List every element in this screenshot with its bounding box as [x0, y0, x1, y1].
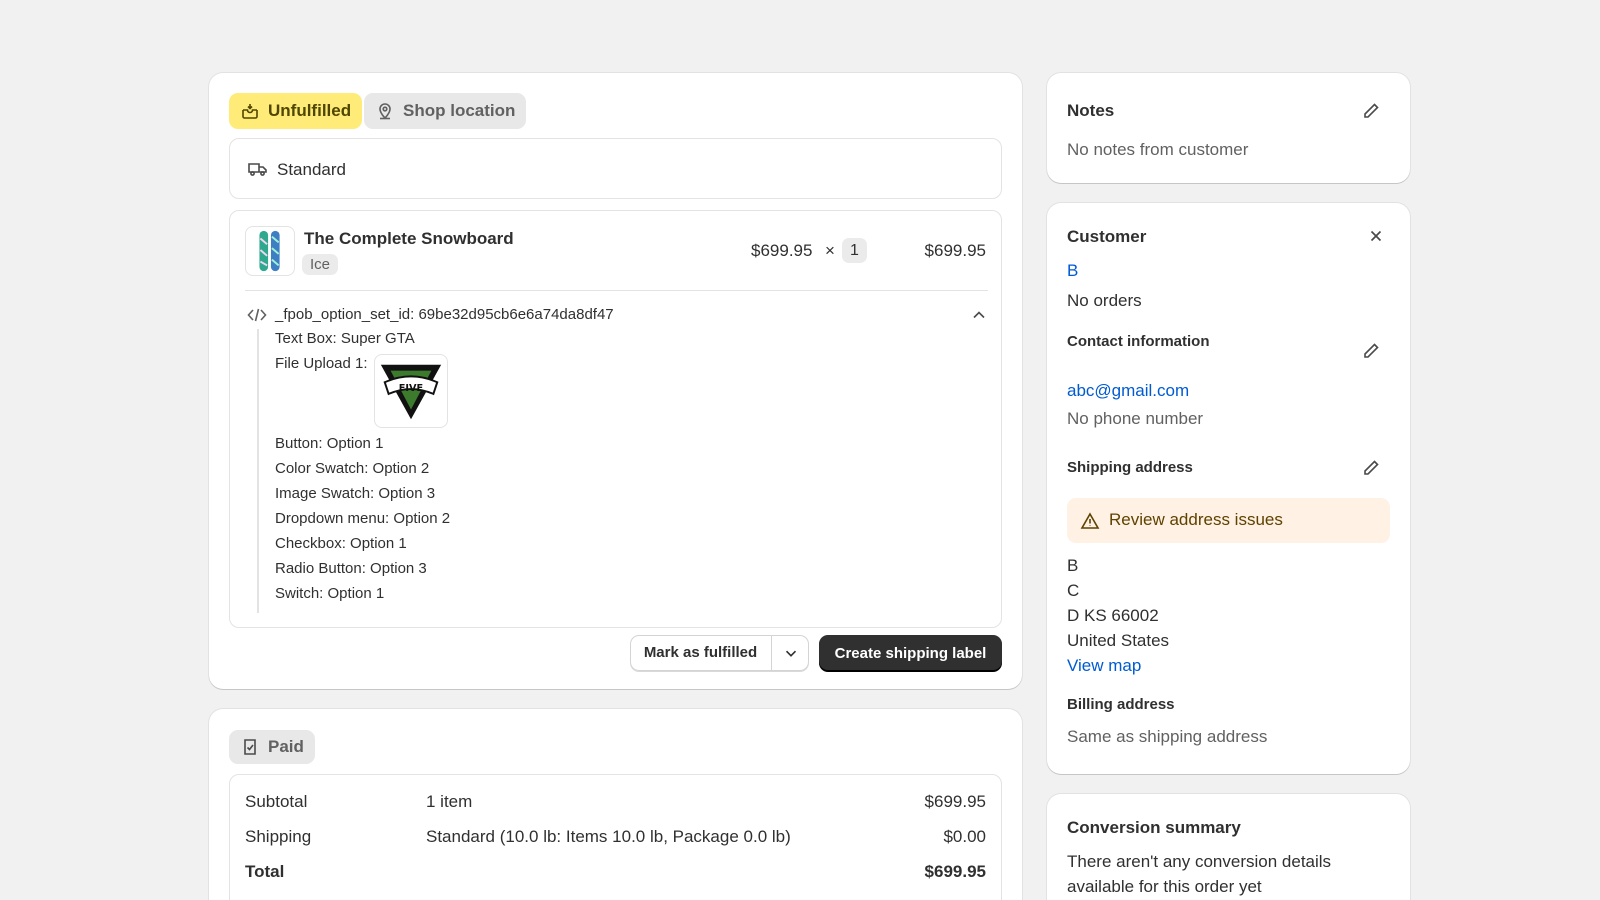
create-shipping-label-button[interactable]: Create shipping label [819, 635, 1002, 671]
warning-icon [1080, 512, 1100, 529]
edit-notes-button[interactable] [1359, 99, 1383, 123]
receipt-check-icon [244, 739, 256, 755]
email-link[interactable]: abc@gmail.com [1067, 381, 1189, 401]
divider [245, 290, 988, 291]
phone-text: No phone number [1067, 409, 1204, 428]
customer-card: Customer B No orders Contact information… [1047, 203, 1410, 774]
property-dropdown: Dropdown menu: Option 2 [275, 510, 451, 527]
shipping-detail: Standard (10.0 lb: Items 10.0 lb, Packag… [426, 827, 791, 846]
product-name[interactable]: The Complete Snowboard [304, 229, 514, 249]
customer-name-link[interactable]: B [1067, 261, 1078, 281]
address-warning-banner[interactable]: Review address issues [1067, 498, 1390, 543]
property-color-swatch: Color Swatch: Option 2 [275, 460, 430, 477]
code-icon [247, 308, 267, 322]
option-set-id: _fpob_option_set_id: 69be32d95cb6e6a74da… [275, 306, 614, 323]
edit-shipping-address-button[interactable] [1359, 456, 1383, 480]
shipping-amount: $0.00 [943, 827, 986, 846]
remove-customer-button[interactable] [1364, 224, 1388, 248]
contact-info-title: Contact information [1067, 333, 1210, 350]
subtotal-amount: $699.95 [924, 792, 986, 811]
location-pin-icon [379, 103, 391, 120]
truck-icon [248, 163, 267, 176]
notes-text: No notes from customer [1067, 140, 1249, 159]
property-switch: Switch: Option 1 [275, 585, 385, 602]
unfulfilled-label: Unfulfilled [268, 101, 352, 120]
fulfillment-card: Unfulfilled Shop location Standard The C… [209, 73, 1022, 689]
customer-title: Customer [1067, 227, 1147, 246]
payment-summary-box: Subtotal 1 item $699.95 Shipping Standar… [229, 774, 1002, 900]
paid-label: Paid [268, 737, 304, 756]
unit-price: $699.95 [751, 241, 813, 260]
gta-five-logo: FIVE [380, 364, 442, 420]
more-actions-dropdown[interactable] [772, 635, 809, 671]
edit-contact-button[interactable] [1359, 339, 1383, 363]
address-line-1: B [1067, 556, 1079, 575]
shop-location-label: Shop location [403, 101, 516, 120]
notes-title: Notes [1067, 101, 1115, 120]
total-amount: $699.95 [924, 862, 986, 881]
warning-text: Review address issues [1109, 510, 1283, 529]
chevron-down-icon [785, 650, 796, 657]
billing-address-text: Same as shipping address [1067, 727, 1268, 746]
address-line-3: D KS 66002 [1067, 606, 1159, 625]
pencil-icon [1364, 103, 1379, 118]
times-symbol: × [825, 241, 835, 260]
subtotal-label: Subtotal [245, 792, 308, 811]
product-thumbnail[interactable] [245, 226, 295, 276]
pencil-icon [1364, 343, 1379, 358]
address-country: United States [1067, 631, 1170, 650]
shop-location-badge: Shop location [364, 93, 527, 129]
chevron-up-icon [973, 311, 985, 319]
delivery-method-label: Standard [277, 160, 346, 179]
uploaded-image-thumbnail[interactable]: FIVE [374, 354, 448, 428]
total-label: Total [245, 862, 285, 881]
line-total: $699.95 [924, 241, 986, 260]
address-line-2: C [1067, 581, 1080, 600]
billing-address-title: Billing address [1067, 696, 1175, 713]
paid-badge: Paid [229, 730, 315, 764]
variant-badge: Ice [302, 254, 339, 275]
property-file-upload: File Upload 1: [275, 355, 368, 372]
notes-card: Notes No notes from customer [1047, 73, 1410, 183]
delivery-method-box: Standard [229, 138, 1002, 199]
customer-orders: No orders [1067, 291, 1142, 310]
shipping-address-title: Shipping address [1067, 459, 1193, 476]
property-image-swatch: Image Swatch: Option 3 [275, 485, 436, 502]
collapse-properties-button[interactable] [967, 303, 991, 327]
subtotal-detail: 1 item [426, 792, 473, 811]
unfulfilled-icon [242, 104, 258, 119]
conversion-title: Conversion summary [1067, 818, 1241, 837]
mark-as-fulfilled-button[interactable]: Mark as fulfilled [630, 635, 772, 671]
mark-fulfilled-group: Mark as fulfilled [630, 635, 809, 671]
line-items-box: The Complete Snowboard Ice $699.95 × 1 $… [229, 210, 1002, 628]
conversion-text: There aren't any conversion details avai… [1067, 852, 1332, 896]
svg-text:FIVE: FIVE [399, 383, 423, 394]
quantity-badge: 1 [842, 238, 867, 263]
property-button: Button: Option 1 [275, 435, 384, 452]
payment-card: Paid Subtotal 1 item $699.95 Shipping St… [209, 709, 1022, 900]
pencil-icon [1364, 460, 1379, 475]
conversion-summary-card: Conversion summary There aren't any conv… [1047, 794, 1410, 900]
property-radio: Radio Button: Option 3 [275, 560, 427, 577]
shipping-label: Shipping [245, 827, 312, 846]
unfulfilled-badge: Unfulfilled [229, 93, 363, 129]
property-checkbox: Checkbox: Option 1 [275, 535, 407, 552]
view-map-link[interactable]: View map [1067, 653, 1141, 678]
snowboard-image [259, 230, 280, 272]
close-icon [1370, 230, 1382, 242]
property-text-box: Text Box: Super GTA [275, 330, 415, 347]
properties-rule [257, 329, 259, 613]
